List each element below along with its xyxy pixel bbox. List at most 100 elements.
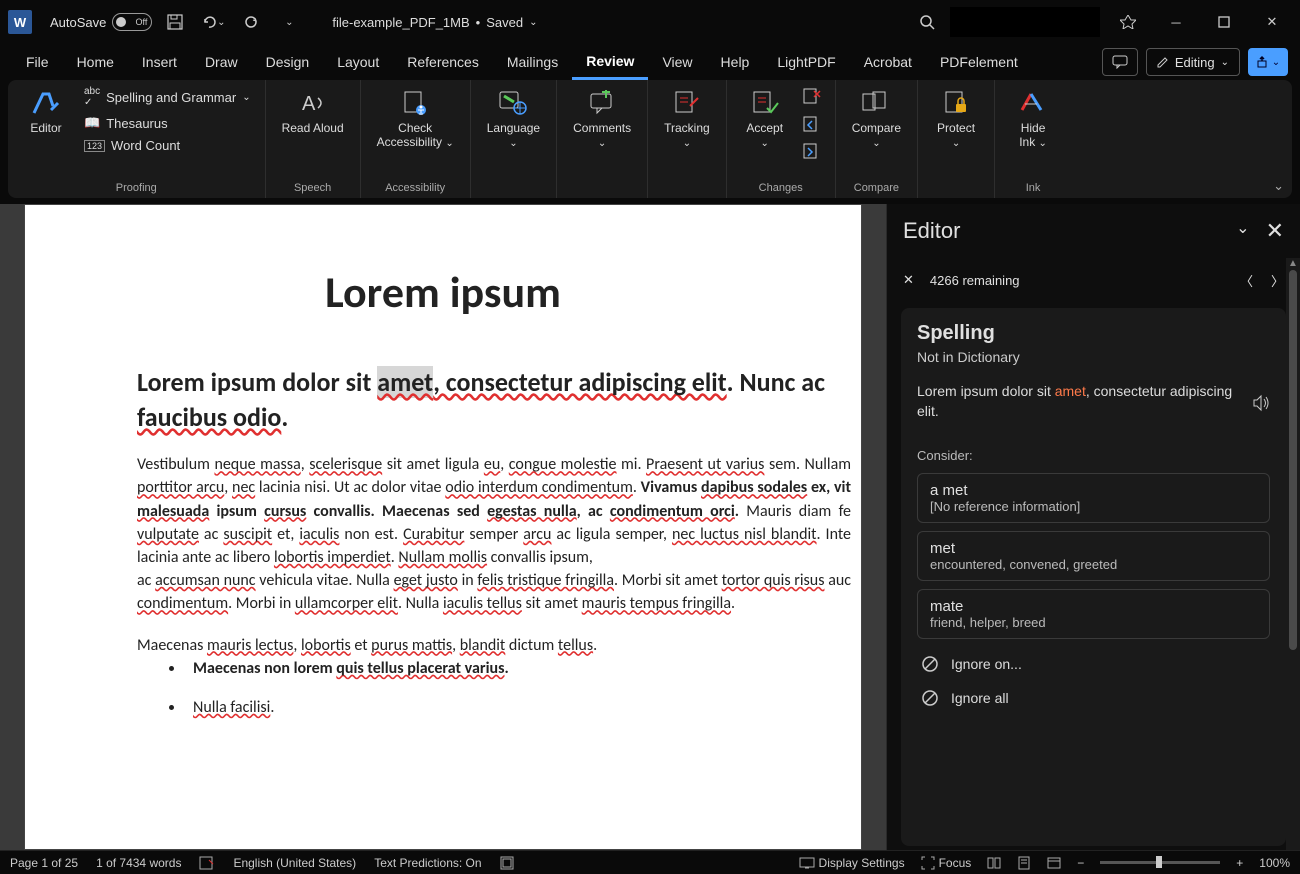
pane-collapse-icon[interactable]: ⌄ (1236, 218, 1249, 244)
tab-view[interactable]: View (648, 44, 706, 80)
check-accessibility-button[interactable]: CheckAccessibility ⌄ (371, 84, 460, 153)
compare-group-label: Compare (854, 182, 899, 196)
changes-group-label: Changes (759, 182, 803, 196)
next-change-button[interactable] (799, 138, 825, 164)
suggestion-item[interactable]: met encountered, convened, greeted (917, 531, 1270, 581)
premium-icon[interactable] (1108, 7, 1148, 37)
pane-close-icon[interactable]: ✕ (1266, 218, 1284, 244)
remaining-count: 4266 remaining (930, 273, 1020, 288)
document-name[interactable]: file-example_PDF_1MB (332, 15, 469, 30)
suggestion-item[interactable]: mate friend, helper, breed (917, 589, 1270, 639)
comments-ribbon-button[interactable]: Comments⌄ (567, 84, 637, 153)
zoom-level[interactable]: 100% (1259, 856, 1290, 870)
word-count[interactable]: 1 of 7434 words (96, 856, 181, 870)
editor-button[interactable]: Editor (18, 84, 74, 139)
editor-pane-title: Editor (903, 218, 960, 244)
zoom-out-button[interactable]: − (1077, 856, 1084, 870)
close-button[interactable]: ✕ (1252, 7, 1292, 37)
tab-review[interactable]: Review (572, 44, 648, 80)
editor-context: Lorem ipsum dolor sit amet, consectetur … (917, 381, 1270, 422)
accept-button[interactable]: Accept⌄ (737, 84, 793, 153)
maximize-button[interactable] (1204, 7, 1244, 37)
doc-paragraph-1: Vestibulum neque massa, scelerisque sit … (25, 453, 861, 569)
svg-text:A: A (302, 93, 316, 115)
protect-button[interactable]: Protect⌄ (928, 84, 984, 153)
read-mode-icon[interactable] (987, 856, 1001, 870)
proofing-group-label: Proofing (116, 182, 157, 196)
language-status[interactable]: English (United States) (233, 856, 356, 870)
macros-icon[interactable] (500, 856, 514, 870)
editing-mode-button[interactable]: Editing ⌄ (1146, 48, 1240, 76)
language-button[interactable]: Language⌄ (481, 84, 546, 153)
consider-label: Consider: (917, 448, 1270, 463)
status-bar: Page 1 of 25 1 of 7434 words English (Un… (0, 850, 1300, 874)
doc-title: Lorem ipsum (25, 265, 861, 319)
editor-pane: Editor ⌄ ✕ ✕ 4266 remaining 〈 〉 Spelling… (886, 204, 1300, 850)
tab-lightpdf[interactable]: LightPDF (763, 44, 849, 80)
comments-button[interactable] (1102, 48, 1138, 76)
doc-paragraph-2: ac accumsan nunc vehicula vitae. Nulla e… (25, 569, 861, 615)
share-button[interactable]: ⌄ (1248, 48, 1288, 76)
reject-button[interactable] (799, 84, 825, 110)
ink-group-label: Ink (1026, 182, 1041, 196)
page-indicator[interactable]: Page 1 of 25 (10, 856, 78, 870)
hide-ink-button[interactable]: HideInk ⌄ (1005, 84, 1061, 153)
spellcheck-status-icon[interactable] (199, 856, 215, 870)
accessibility-group-label: Accessibility (385, 182, 445, 196)
prev-issue-icon[interactable]: 〈 (1240, 271, 1253, 290)
zoom-slider[interactable] (1100, 861, 1220, 864)
document-page[interactable]: Lorem ipsum Lorem ipsum dolor sit amet, … (24, 204, 862, 850)
spelling-grammar-button[interactable]: abc✓ Spelling and Grammar ⌄ (80, 84, 255, 110)
undo-button[interactable]: ⌄ (198, 7, 228, 37)
zoom-in-button[interactable]: + (1236, 856, 1243, 870)
doc-subtitle: Lorem ipsum dolor sit amet, consectetur … (25, 365, 861, 435)
autosave-toggle[interactable]: Off (112, 13, 152, 31)
print-layout-icon[interactable] (1017, 856, 1031, 870)
doc-paragraph-3: Maecenas mauris lectus, lobortis et puru… (25, 634, 861, 657)
qat-dropdown[interactable]: ⌄ (274, 7, 304, 37)
ignore-once-button[interactable]: Ignore on... (917, 647, 1270, 681)
read-aloud-button[interactable]: A Read Aloud (276, 84, 350, 139)
editor-pane-scrollbar[interactable]: ▲ (1286, 258, 1300, 850)
read-aloud-icon[interactable] (1252, 394, 1270, 412)
text-predictions-status[interactable]: Text Predictions: On (374, 856, 481, 870)
word-app-icon: W (8, 10, 32, 34)
save-state: Saved (486, 15, 523, 30)
tab-draw[interactable]: Draw (191, 44, 252, 80)
previous-change-button[interactable] (799, 111, 825, 137)
tab-references[interactable]: References (393, 44, 493, 80)
focus-mode[interactable]: Focus (921, 856, 972, 870)
search-button[interactable] (912, 7, 942, 37)
tracking-button[interactable]: Tracking⌄ (658, 84, 716, 153)
editor-card-title: Spelling (917, 322, 1270, 345)
word-count-button[interactable]: 123 Word Count (80, 136, 255, 155)
tab-home[interactable]: Home (63, 44, 128, 80)
doc-bullets: Maecenas non lorem quis tellus placerat … (25, 657, 861, 717)
tab-help[interactable]: Help (707, 44, 764, 80)
next-issue-icon[interactable]: 〉 (1271, 271, 1284, 290)
speech-group-label: Speech (294, 182, 331, 196)
collapse-ribbon-icon[interactable]: ⌄ (1273, 178, 1284, 194)
display-settings[interactable]: Display Settings (799, 856, 905, 870)
editor-card-subtitle: Not in Dictionary (917, 349, 1270, 365)
minimize-button[interactable]: ─ (1156, 7, 1196, 37)
tab-layout[interactable]: Layout (323, 44, 393, 80)
web-layout-icon[interactable] (1047, 856, 1061, 870)
ignore-all-button[interactable]: Ignore all (917, 681, 1270, 715)
autosave-label: AutoSave (50, 15, 106, 30)
account-area[interactable] (950, 7, 1100, 37)
redo-button[interactable] (236, 7, 266, 37)
thesaurus-button[interactable]: 📖Thesaurus (80, 113, 255, 133)
compare-button[interactable]: Compare⌄ (846, 84, 907, 153)
tab-mailings[interactable]: Mailings (493, 44, 572, 80)
tab-insert[interactable]: Insert (128, 44, 191, 80)
tab-file[interactable]: File (12, 44, 63, 80)
save-button[interactable] (160, 7, 190, 37)
tab-acrobat[interactable]: Acrobat (850, 44, 926, 80)
tab-pdfelement[interactable]: PDFelement (926, 44, 1032, 80)
document-surface[interactable]: Lorem ipsum Lorem ipsum dolor sit amet, … (0, 204, 886, 850)
tab-design[interactable]: Design (252, 44, 324, 80)
suggestion-item[interactable]: a met [No reference information] (917, 473, 1270, 523)
back-icon[interactable]: ✕ (903, 272, 914, 288)
title-dropdown-icon[interactable]: ⌄ (529, 17, 537, 28)
